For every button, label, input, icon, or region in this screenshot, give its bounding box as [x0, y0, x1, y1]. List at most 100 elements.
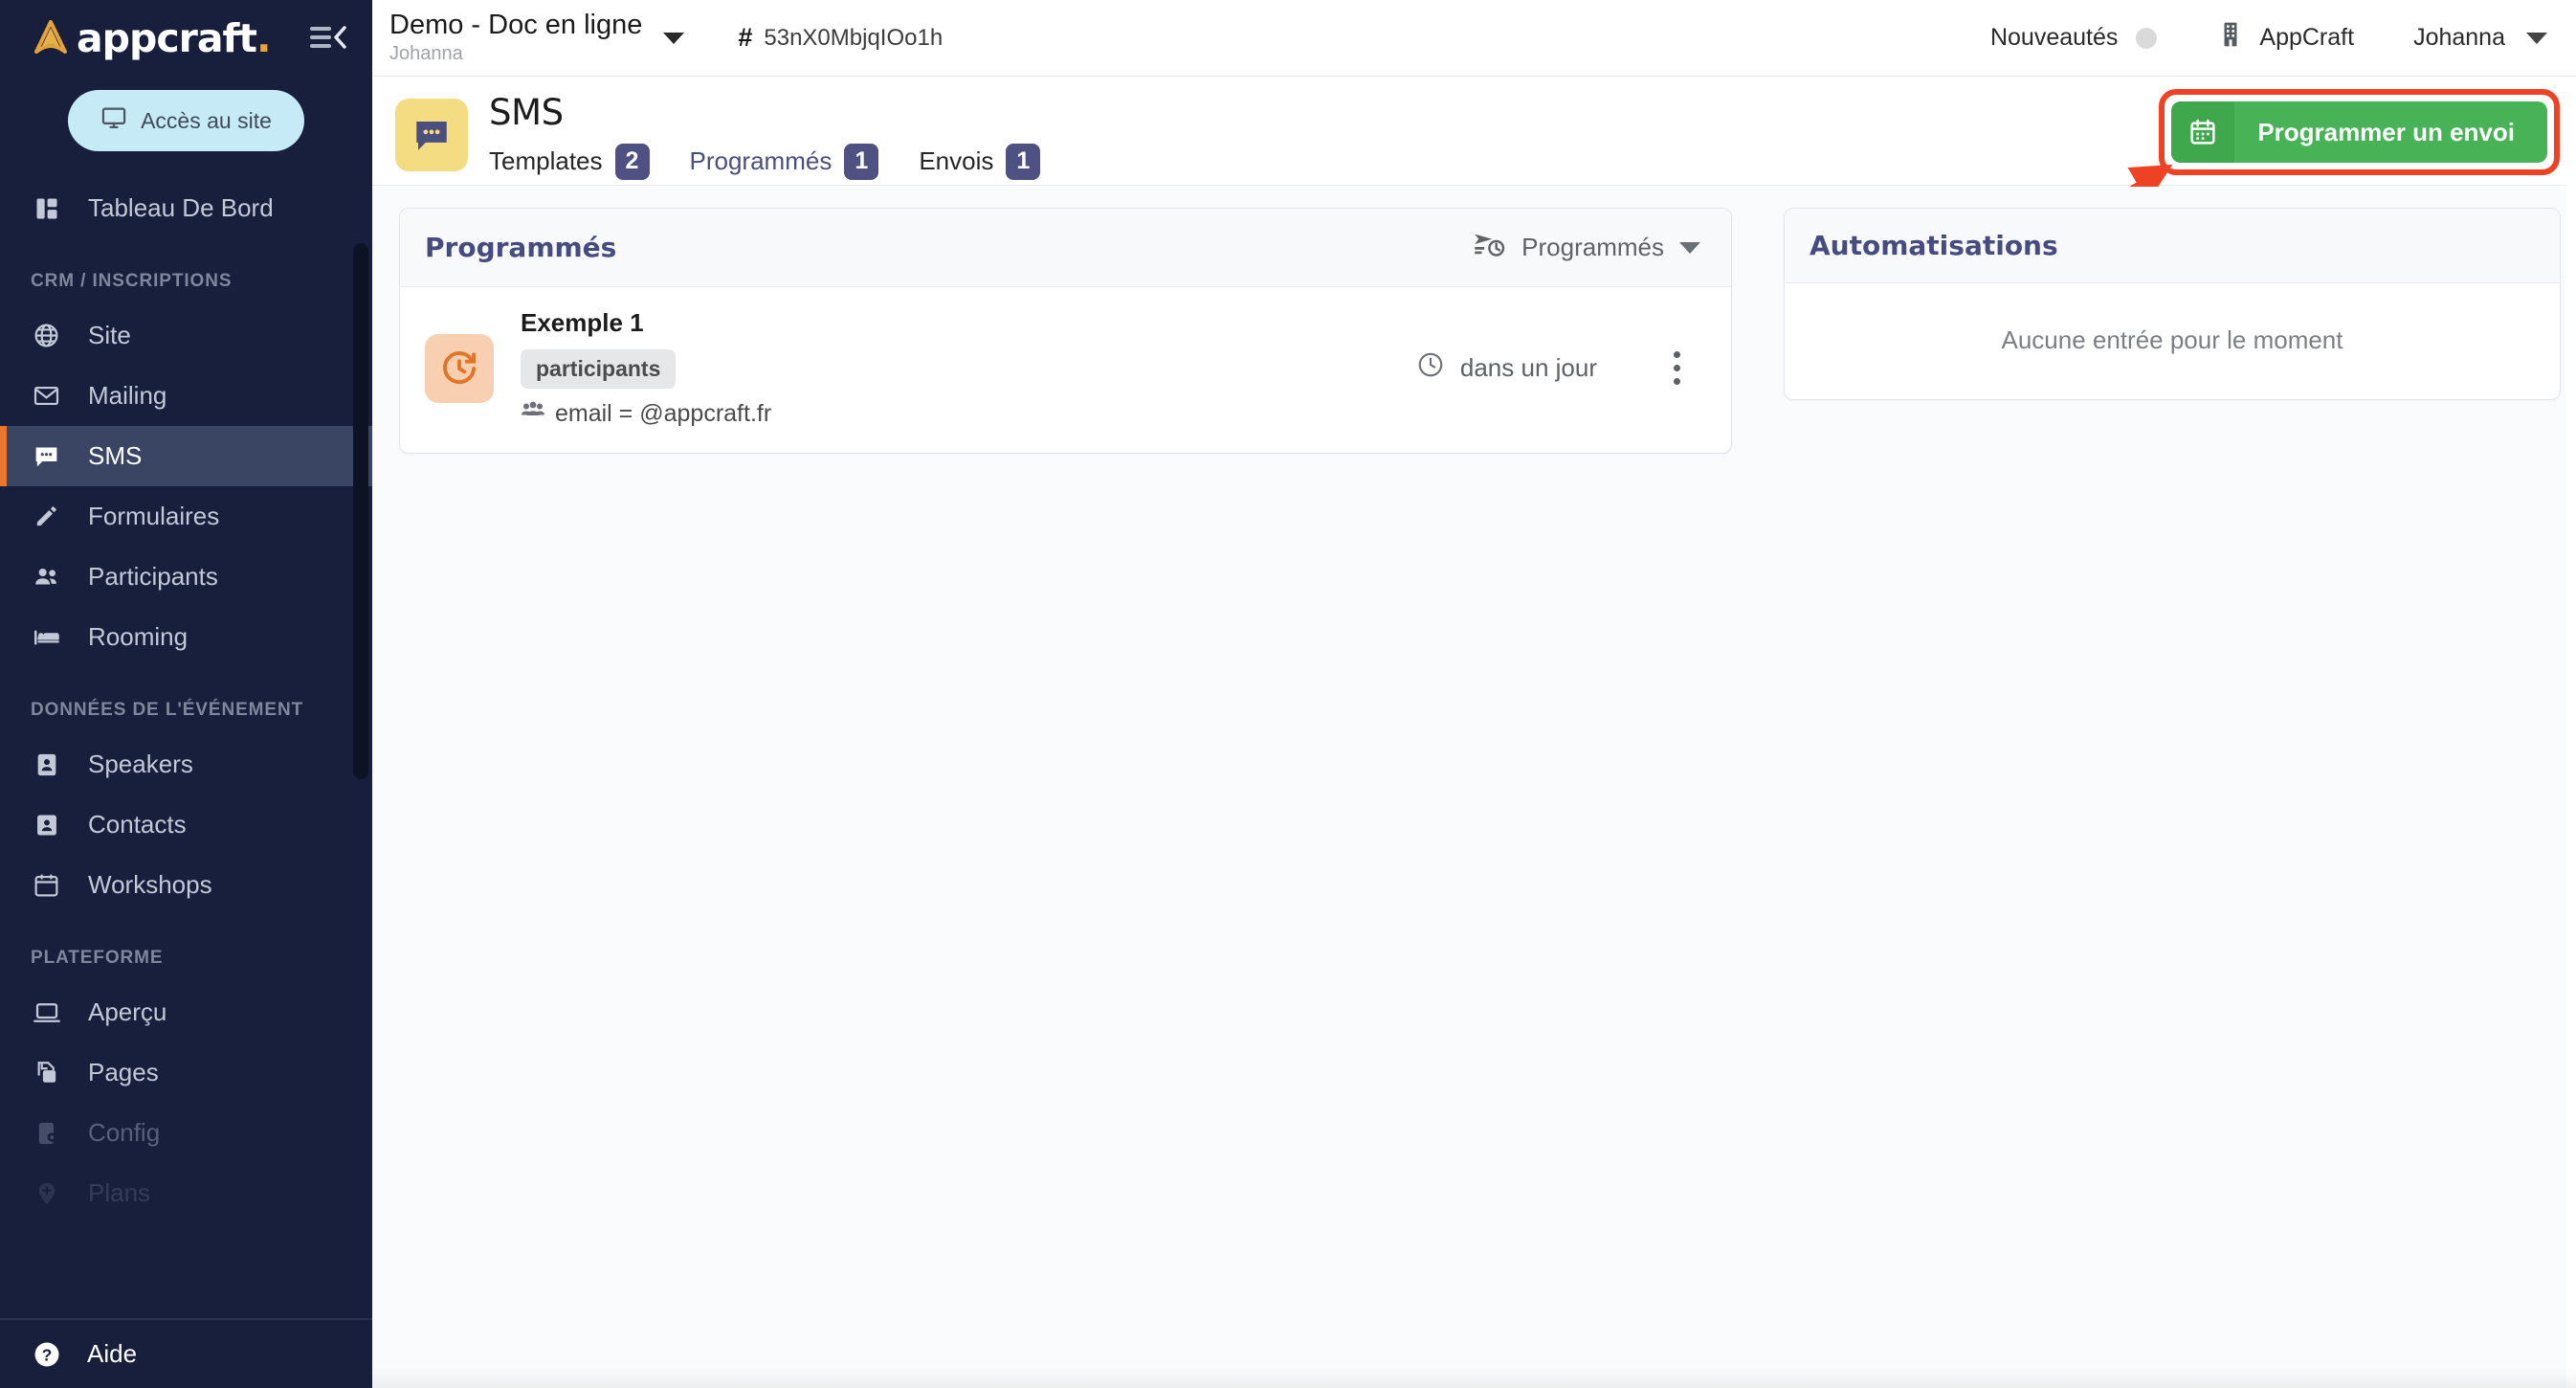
sidebar-item-label: Config	[88, 1118, 160, 1148]
bed-icon	[31, 621, 62, 653]
scheduled-item-tag: participants	[521, 349, 676, 389]
news-button[interactable]: Nouveautés	[1990, 24, 2157, 52]
sidebar-help-label: Aide	[87, 1339, 137, 1369]
sidebar-item-label: SMS	[88, 441, 142, 471]
sidebar-item-label: Formulaires	[88, 502, 219, 531]
sidebar-section-crm: CRM / INSCRIPTIONS	[0, 238, 372, 305]
sidebar-item-label: Participants	[88, 562, 218, 592]
sidebar-item-formulaires[interactable]: Formulaires	[0, 486, 372, 547]
page-tabs: Templates 2 Programmés 1 Envois 1	[489, 140, 1057, 193]
sidebar-item-label: Aperçu	[88, 997, 167, 1027]
group-icon	[521, 400, 545, 428]
status-dot-icon	[2136, 28, 2157, 49]
access-site-button[interactable]: Accès au site	[68, 90, 304, 151]
sidebar-item-label: Plans	[88, 1178, 150, 1208]
page-header-text: SMS Templates 2 Programmés 1 Envois 1	[489, 95, 1057, 193]
hash-icon: #	[738, 23, 752, 53]
scheduled-item-main: Exemple 1 participants email = @appcraft…	[521, 308, 771, 428]
globe-icon	[31, 320, 62, 351]
news-label: Nouveautés	[1990, 24, 2118, 52]
sidebar-item-workshops[interactable]: Workshops	[0, 855, 372, 915]
sidebar-item-tableau-de-bord[interactable]: Tableau De Bord	[0, 178, 372, 238]
tab-count-badge: 1	[844, 144, 878, 180]
clock-icon	[1416, 350, 1445, 386]
chevron-down-icon	[663, 33, 684, 44]
organization-selector[interactable]: AppCraft	[2218, 21, 2354, 55]
contact-card-icon	[31, 809, 62, 840]
phone-gear-icon	[31, 1117, 62, 1149]
user-menu[interactable]: Johanna	[2413, 24, 2547, 52]
cta-container: Programmer un envoi	[2171, 101, 2547, 163]
sidebar-item-mailing[interactable]: Mailing	[0, 366, 372, 426]
schedule-send-button[interactable]: Programmer un envoi	[2171, 101, 2547, 163]
tab-label: Templates	[489, 146, 603, 176]
sidebar-item-apercu[interactable]: Aperçu	[0, 982, 372, 1042]
sidebar-brand: appcraft.	[0, 0, 372, 77]
tab-count-badge: 1	[1006, 144, 1040, 180]
sidebar-scrollbar[interactable]	[353, 243, 368, 779]
top-bar: Demo - Doc en ligne Johanna # 53nX0MbjqI…	[372, 0, 2576, 77]
pencil-icon	[31, 501, 62, 532]
app-root: appcraft. Accès au site	[0, 0, 2576, 1388]
sidebar-item-contacts[interactable]: Contacts	[0, 795, 372, 855]
sidebar-item-label: Contacts	[88, 810, 187, 840]
scheduled-card: Programmés Programmés	[399, 208, 1732, 454]
scheduled-item-when: dans un jour	[1416, 350, 1597, 386]
sms-chat-icon	[395, 99, 468, 171]
collapse-menu-icon[interactable]	[309, 22, 347, 55]
scheduled-status-filter[interactable]: Programmés	[1474, 230, 1706, 265]
sidebar-item-aide[interactable]: ? Aide	[0, 1318, 372, 1388]
people-icon	[31, 561, 62, 593]
copy-pages-icon	[31, 1057, 62, 1088]
more-vertical-icon[interactable]	[1651, 351, 1702, 385]
scheduled-list-item[interactable]: Exemple 1 participants email = @appcraft…	[400, 287, 1731, 453]
tab-templates[interactable]: Templates 2	[489, 140, 667, 193]
sidebar-item-site[interactable]: Site	[0, 305, 372, 366]
appcraft-logo[interactable]: appcraft.	[29, 16, 309, 60]
user-name: Johanna	[2413, 24, 2505, 52]
automations-card-header: Automatisations	[1785, 209, 2560, 283]
scheduled-filter-label: Programmés	[1521, 233, 1664, 262]
sidebar-item-participants[interactable]: Participants	[0, 547, 372, 607]
schedule-send-label: Programmer un envoi	[2234, 101, 2547, 163]
sidebar-item-config[interactable]: Config	[0, 1103, 372, 1163]
chat-bubble-icon	[31, 440, 62, 472]
page-title: SMS	[489, 95, 1057, 132]
sidebar-item-speakers[interactable]: Speakers	[0, 734, 372, 795]
chevron-down-icon	[2526, 33, 2547, 44]
tab-programmes[interactable]: Programmés 1	[690, 140, 897, 193]
scheduled-item-name: Exemple 1	[521, 308, 771, 338]
recurring-clock-icon	[425, 334, 494, 403]
monitor-icon	[100, 104, 127, 137]
sidebar-item-pages[interactable]: Pages	[0, 1042, 372, 1103]
tab-label: Envois	[919, 146, 993, 176]
automations-card-title: Automatisations	[1810, 230, 2058, 261]
envelope-icon	[31, 380, 62, 412]
access-site-label: Accès au site	[141, 108, 272, 134]
sidebar-item-label: Rooming	[88, 622, 188, 652]
right-edge-strip	[2566, 78, 2576, 1388]
sidebar-item-label: Site	[88, 321, 131, 350]
sidebar-item-label: Tableau De Bord	[88, 193, 274, 223]
sidebar-item-plans[interactable]: Plans	[0, 1163, 372, 1223]
scheduled-card-header: Programmés Programmés	[400, 209, 1731, 287]
sidebar-section-donnees: DONNÉES DE L'ÉVÉNEMENT	[0, 667, 372, 734]
event-name: Demo - Doc en ligne	[389, 11, 642, 40]
calendar-icon	[2171, 101, 2234, 163]
scheduled-item-rule: email = @appcraft.fr	[521, 400, 771, 428]
scheduled-item-rule-text: email = @appcraft.fr	[555, 400, 771, 428]
sidebar-item-label: Pages	[88, 1058, 159, 1087]
svg-text:?: ?	[41, 1345, 52, 1364]
chevron-down-icon	[1679, 242, 1700, 254]
send-clock-icon	[1474, 230, 1506, 265]
event-selector[interactable]: Demo - Doc en ligne Johanna	[372, 11, 684, 65]
event-owner: Johanna	[389, 42, 642, 65]
access-site-row: Accès au site	[0, 77, 372, 168]
automations-empty-state: Aucune entrée pour le moment	[1785, 283, 2560, 399]
sidebar-item-sms[interactable]: SMS	[0, 426, 372, 486]
main-content: Programmés Programmés	[372, 187, 2576, 1388]
tab-envois[interactable]: Envois 1	[919, 140, 1057, 193]
event-code[interactable]: # 53nX0MbjqIOo1h	[738, 23, 943, 53]
sidebar-item-rooming[interactable]: Rooming	[0, 607, 372, 667]
appcraft-triangle-logo-icon	[29, 16, 73, 60]
